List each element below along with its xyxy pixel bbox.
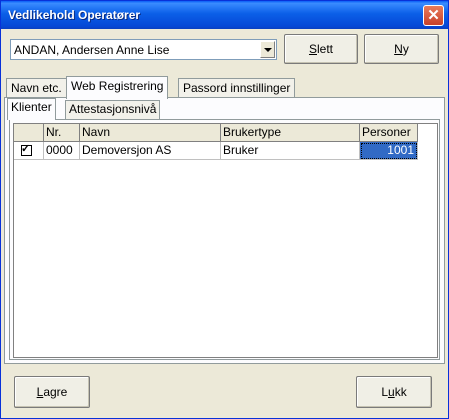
column-header-check[interactable] <box>14 124 44 142</box>
window-title: Vedlikehold Operatører <box>8 8 141 22</box>
save-button-label: agre <box>43 385 68 399</box>
column-header-brukertype[interactable]: Brukertype <box>221 124 360 142</box>
delete-button-label: lett <box>317 42 334 56</box>
dropdown-arrow-button[interactable] <box>260 41 275 58</box>
row-checkbox[interactable]: ✓ <box>21 143 32 156</box>
table-cell-brukertype[interactable]: Bruker <box>221 142 360 160</box>
table-row-check-cell[interactable]: ✓ <box>14 142 44 160</box>
table-cell-navn[interactable]: Demoversjon AS <box>80 142 221 160</box>
title-bar[interactable]: Vedlikehold Operatører ✕ <box>1 1 448 29</box>
tab-web-registrering[interactable]: Web Registrering <box>66 76 169 99</box>
window: Vedlikehold Operatører ✕ ANDAN, Andersen… <box>0 0 449 419</box>
subtab-klienter[interactable]: Klienter <box>7 98 56 120</box>
main-tabs: Navn etc. Web Registrering Passord innst… <box>4 76 444 99</box>
subtab-attestasjonsniva[interactable]: Attestasjonsnivå <box>65 100 161 119</box>
operator-select[interactable]: ANDAN, Andersen Anne Lise <box>10 39 277 60</box>
tab-passord-innstillinger[interactable]: Passord innstillinger <box>178 78 296 98</box>
klienter-panel: Nr. Navn Brukertype Personer ✓ 0000 Demo… <box>9 119 440 360</box>
web-registrering-panel: Klienter Attestasjonsnivå Nr. Navn Bruke… <box>4 97 445 364</box>
close-icon: ✕ <box>427 7 440 24</box>
column-header-personer[interactable]: Personer <box>360 124 418 142</box>
clients-grid[interactable]: Nr. Navn Brukertype Personer ✓ 0000 Demo… <box>13 123 438 358</box>
tab-navn-etc[interactable]: Navn etc. <box>6 78 67 98</box>
new-button-mnemonic: N <box>394 42 403 56</box>
new-button[interactable]: Ny <box>364 34 439 64</box>
close-window-button[interactable]: ✕ <box>423 5 444 26</box>
close-button-label: kk <box>394 385 407 399</box>
save-button-mnemonic: L <box>36 385 44 399</box>
column-header-nr[interactable]: Nr. <box>44 124 80 142</box>
column-header-navn[interactable]: Navn <box>80 124 221 142</box>
close-button[interactable]: Lukk <box>356 376 432 408</box>
table-cell-nr[interactable]: 0000 <box>44 142 80 160</box>
chevron-down-icon <box>264 48 272 52</box>
table-cell-personer[interactable]: 1001 <box>360 142 418 160</box>
delete-button-mnemonic: S <box>308 42 317 56</box>
window-body: ANDAN, Andersen Anne Lise Slett Ny Navn … <box>1 29 448 418</box>
delete-button[interactable]: Slett <box>284 34 358 64</box>
close-button-label-pre: L <box>381 385 388 399</box>
close-button-mnemonic: u <box>388 385 395 399</box>
checkmark-icon: ✓ <box>21 143 31 155</box>
save-button[interactable]: Lagre <box>14 376 90 408</box>
new-button-label: y <box>402 42 409 56</box>
operator-select-value: ANDAN, Andersen Anne Lise <box>14 43 170 57</box>
